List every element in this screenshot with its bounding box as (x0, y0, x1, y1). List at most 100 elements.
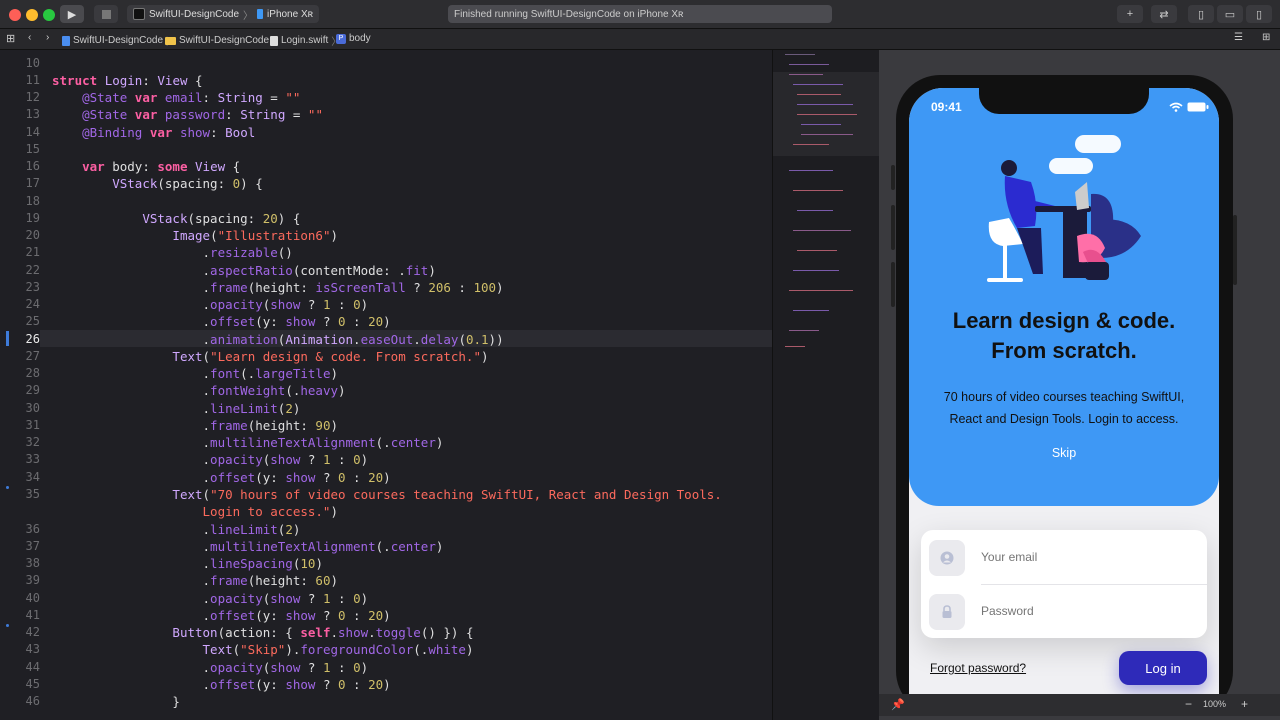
stop-button[interactable] (94, 5, 118, 23)
minimap-line (789, 290, 853, 291)
subtitle-line: React and Design Tools. Login to access. (949, 412, 1179, 426)
line-number: 23 (25, 280, 40, 294)
line-number: 39 (25, 573, 40, 587)
skip-button[interactable]: Skip (909, 446, 1219, 460)
code-line: Text("70 hours of video courses teaching… (172, 487, 722, 502)
back-button[interactable]: ‹ (28, 32, 31, 43)
line-number: 40 (25, 591, 40, 605)
swap-arrows-icon: ⇄ (1159, 8, 1169, 21)
line-number: 13 (25, 107, 40, 121)
code-editor[interactable]: 10 11 12 13 14 15 16 17 18 19 20 21 22 23 24 25 26 27 28 29… (0, 50, 772, 720)
line-number: 19 (25, 211, 40, 225)
add-editor-icon[interactable]: ⊞ (1262, 32, 1270, 43)
minimize-window-button[interactable] (26, 9, 38, 21)
close-window-button[interactable] (9, 9, 21, 21)
stop-icon (101, 9, 111, 19)
zoom-window-button[interactable] (43, 9, 55, 21)
login-button[interactable]: Log in (1119, 651, 1207, 685)
forward-button[interactable]: › (46, 32, 49, 43)
code-line: .multilineTextAlignment(.center) (52, 539, 444, 554)
code-line: .opacity(show ? 1 : 0) (52, 591, 369, 606)
code-line: .lineSpacing(10) (52, 556, 323, 571)
minimap-line (793, 190, 843, 191)
scheme-target: SwiftUI-DesignCode (149, 8, 240, 20)
password-field[interactable] (981, 604, 1191, 618)
breadcrumb-label: SwiftUI-DesignCode (179, 35, 270, 46)
line-number: 33 (25, 452, 40, 466)
line-number: 43 (25, 642, 40, 656)
line-number: 20 (25, 228, 40, 242)
minimap-line (793, 84, 843, 85)
code-line: .offset(y: show ? 0 : 20) (52, 677, 391, 692)
code-minimap[interactable] (772, 50, 879, 720)
side-button (891, 165, 895, 190)
related-items-icon[interactable]: ☰ (1234, 32, 1243, 43)
navigator-toggle[interactable]: ▯ (1188, 5, 1214, 23)
code-line: .fontWeight(.heavy) (52, 383, 346, 398)
canvas-bottom-bar: 📌 − 100% + (879, 694, 1280, 716)
line-number: 37 (25, 539, 40, 553)
property-icon: P (336, 33, 346, 44)
side-button (1233, 215, 1237, 285)
bottom-panel-icon: ▭ (1224, 8, 1236, 21)
notch (979, 88, 1149, 114)
minimap-line (793, 310, 829, 311)
line-number: 11 (25, 73, 40, 87)
line-number: 16 (25, 159, 40, 173)
minimap-line (789, 330, 819, 331)
grid-icon[interactable]: ⊞ (6, 32, 15, 45)
line-number: 45 (25, 677, 40, 691)
code-line: .opacity(show ? 1 : 0) (52, 452, 369, 467)
line-number: 28 (25, 366, 40, 380)
plus-icon: + (1126, 8, 1134, 20)
code-line: .multilineTextAlignment(.center) (52, 435, 444, 450)
email-field[interactable] (981, 550, 1191, 564)
scheme-device: iPhone Xʀ (267, 8, 314, 20)
play-icon: ▶ (67, 8, 77, 21)
scheme-selector[interactable]: SwiftUI-DesignCode 〉 iPhone Xʀ (127, 5, 320, 23)
code-line: @State var email: String = "" (82, 90, 301, 105)
side-button (891, 205, 895, 250)
zoom-in-icon[interactable]: + (1241, 697, 1248, 711)
code-line: .frame(height: 60) (52, 573, 339, 588)
code-line: @State var password: String = "" (82, 107, 323, 122)
headline: Learn design & code. From scratch. (909, 306, 1219, 366)
activity-status: Finished running SwiftUI-DesignCode on i… (448, 5, 832, 23)
code-line: .offset(y: show ? 0 : 20) (52, 314, 391, 329)
forgot-password-link[interactable]: Forgot password? (930, 661, 1026, 675)
minimap-line (785, 54, 815, 55)
zoom-out-icon[interactable]: − (1185, 697, 1192, 711)
minimap-line (793, 270, 839, 271)
code-line: .aspectRatio(contentMode: .fit) (52, 263, 436, 278)
right-panel-icon: ▯ (1255, 8, 1263, 21)
code-line: .opacity(show ? 1 : 0) (52, 660, 369, 675)
minimap-line (801, 134, 853, 135)
pin-icon[interactable]: 📌 (891, 698, 905, 711)
code-line: .animation(Animation.easeOut.delay(0.1)) (52, 332, 504, 347)
code-line: .lineLimit(2) (52, 522, 301, 537)
line-number: 31 (25, 418, 40, 432)
login-card (921, 530, 1207, 638)
code-line: .resizable() (52, 245, 293, 260)
zoom-level: 100% (1203, 699, 1227, 709)
code-line: .opacity(show ? 1 : 0) (52, 297, 369, 312)
left-panel-icon: ▯ (1197, 8, 1205, 21)
code-review-button[interactable]: ⇄ (1151, 5, 1177, 23)
line-number: 21 (25, 245, 40, 259)
line-number: 34 (25, 470, 40, 484)
code-line: struct Login: View { (52, 73, 203, 88)
headline-line: Learn design & code. (952, 308, 1176, 333)
inspector-toggle[interactable]: ▯ (1246, 5, 1272, 23)
app-icon (133, 8, 145, 20)
breadcrumb-label: Login.swift (281, 35, 329, 46)
breadcrumb-folder[interactable]: SwiftUI-DesignCode 〉 (165, 33, 282, 48)
code-line: Login to access.") (52, 504, 338, 519)
run-button[interactable]: ▶ (60, 5, 84, 23)
library-button[interactable]: + (1117, 5, 1143, 23)
breadcrumb-file[interactable]: Login.swift 〉 (270, 33, 341, 48)
breadcrumb-project[interactable]: SwiftUI-DesignCode 〉 (62, 33, 176, 48)
debug-area-toggle[interactable]: ▭ (1217, 5, 1243, 23)
side-button (891, 262, 895, 307)
breadcrumb-symbol[interactable]: P body (336, 33, 371, 44)
code-line: Image("Illustration6") (172, 228, 339, 243)
